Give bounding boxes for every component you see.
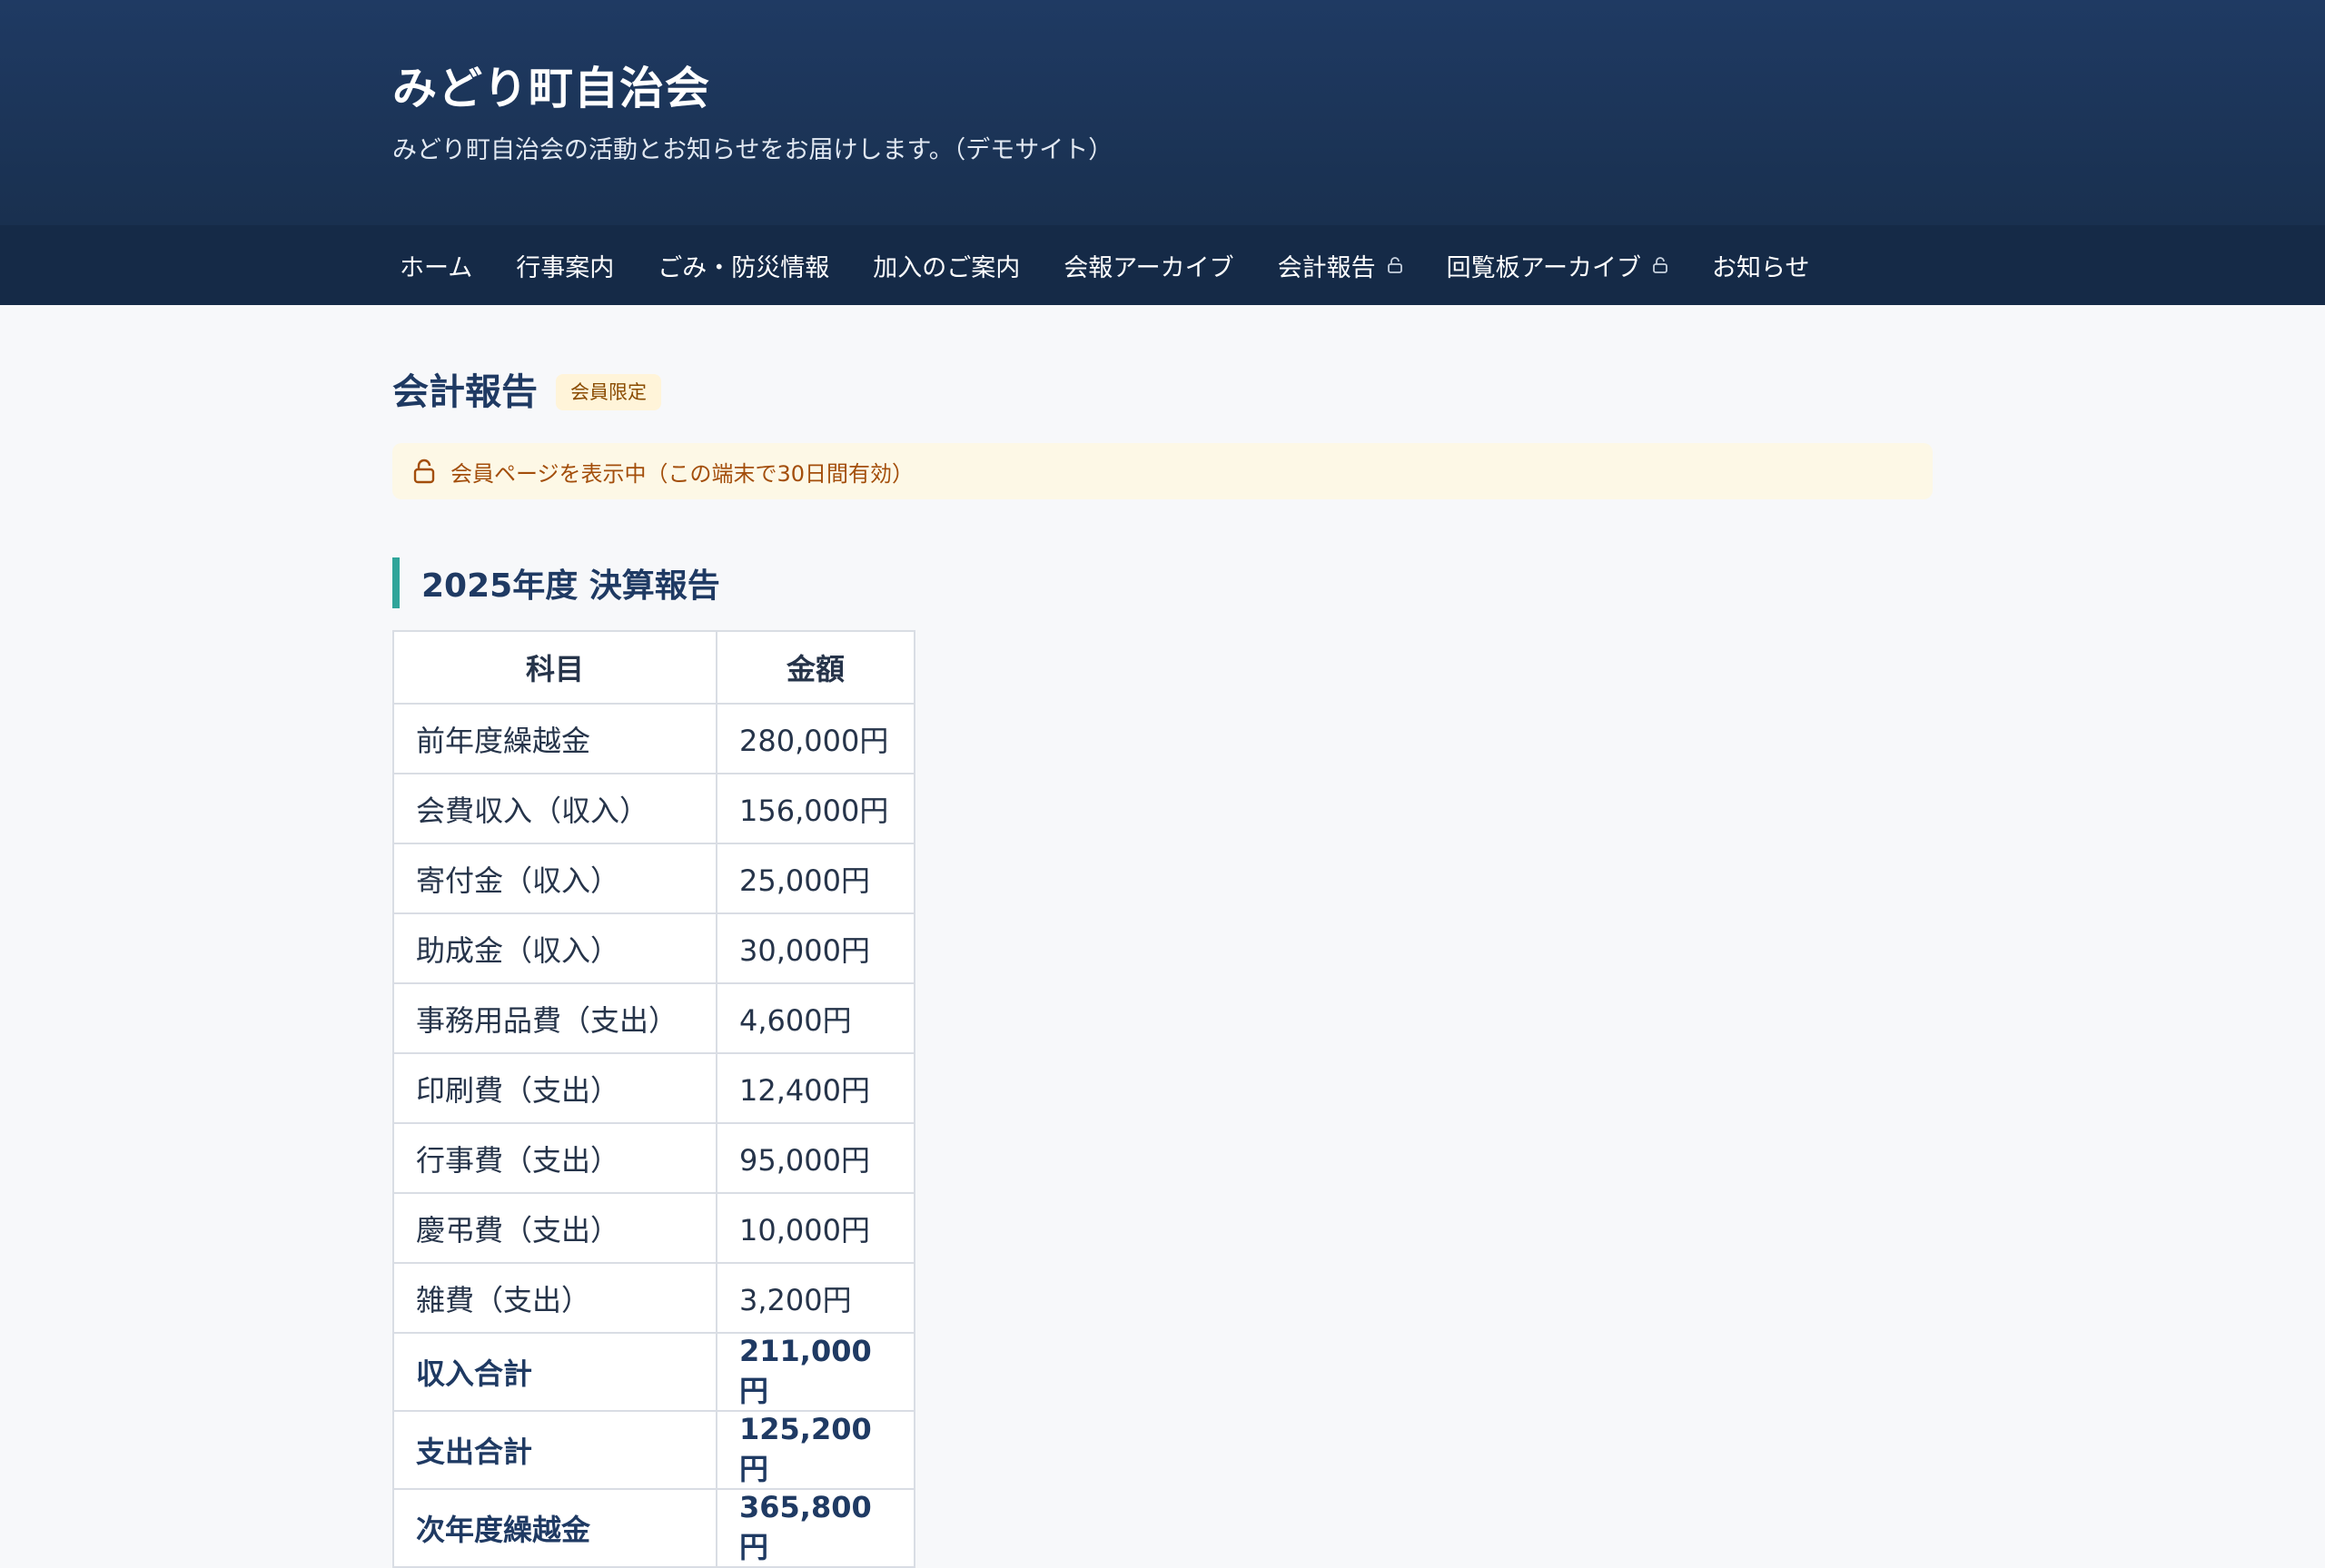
nav-item[interactable]: 会報アーカイブ bbox=[1056, 248, 1241, 283]
section-heading: 2025年度 決算報告 bbox=[392, 557, 1933, 608]
nav-item[interactable]: 行事案内 bbox=[509, 248, 621, 283]
lock-icon bbox=[413, 459, 435, 484]
table-row: 行事費（支出） 95,000円 bbox=[392, 1122, 915, 1194]
cell-subject: 助成金（収入） bbox=[392, 912, 717, 984]
table-row: 寄付金（収入） 25,000円 bbox=[392, 843, 915, 914]
cell-subject: 雑費（支出） bbox=[392, 1262, 717, 1334]
cell-subject: 寄付金（収入） bbox=[392, 843, 717, 914]
cell-amount: 125,200円 bbox=[716, 1410, 915, 1490]
cell-amount: 30,000円 bbox=[716, 912, 915, 984]
table-row: 収入合計 211,000円 bbox=[392, 1332, 915, 1412]
member-notice-text: 会員ページを表示中（この端末で30日間有効） bbox=[450, 460, 915, 487]
table-row: 事務用品費（支出） 4,600円 bbox=[392, 982, 915, 1054]
table-row: 前年度繰越金 280,000円 bbox=[392, 703, 915, 774]
nav-item-label: ごみ・防災情報 bbox=[658, 253, 830, 282]
cell-subject: 印刷費（支出） bbox=[392, 1052, 717, 1124]
cell-subject: 支出合計 bbox=[392, 1410, 717, 1490]
lock-icon bbox=[1387, 257, 1402, 273]
nav-item[interactable]: ホーム bbox=[392, 248, 480, 283]
page-heading: 会計報告 会員限定 bbox=[392, 367, 1933, 418]
table-row: 慶弔費（支出） 10,000円 bbox=[392, 1192, 915, 1264]
nav-item[interactable]: 回覧板アーカイブ bbox=[1440, 248, 1676, 283]
table-header-row: 科目 金額 bbox=[392, 630, 915, 705]
cell-subject: 事務用品費（支出） bbox=[392, 982, 717, 1054]
cell-amount: 25,000円 bbox=[716, 843, 915, 914]
page-title: 会計報告 bbox=[392, 371, 538, 413]
member-notice: 会員ページを表示中（この端末で30日間有効） bbox=[392, 443, 1933, 499]
nav-item-label: 行事案内 bbox=[516, 253, 615, 282]
cell-amount: 95,000円 bbox=[716, 1122, 915, 1194]
cell-amount: 10,000円 bbox=[716, 1192, 915, 1264]
members-only-badge: 会員限定 bbox=[556, 374, 661, 410]
column-header-subject: 科目 bbox=[392, 630, 717, 705]
column-header-amount: 金額 bbox=[716, 630, 915, 705]
nav-list: ホーム 行事案内 ごみ・防災情報 加入のご案内 会報アーカイブ 会計報告 回覧板アーカイブ お… bbox=[0, 225, 2325, 305]
nav-item[interactable]: お知らせ bbox=[1705, 248, 1816, 283]
main-content: 会計報告 会員限定 会員ページを表示中（この端末で30日間有効） 2025年度 … bbox=[392, 305, 1933, 1568]
nav-item-label: ホーム bbox=[400, 253, 473, 282]
cell-amount: 12,400円 bbox=[716, 1052, 915, 1124]
cell-subject: 行事費（支出） bbox=[392, 1122, 717, 1194]
cell-amount: 211,000円 bbox=[716, 1332, 915, 1412]
nav-item-label: 回覧板アーカイブ bbox=[1446, 253, 1641, 282]
cell-amount: 365,800円 bbox=[716, 1488, 915, 1568]
nav-item[interactable]: 会計報告 bbox=[1271, 248, 1410, 283]
nav-item-label: お知らせ bbox=[1711, 253, 1810, 282]
table-row: 支出合計 125,200円 bbox=[392, 1410, 915, 1490]
table-row: 助成金（収入） 30,000円 bbox=[392, 912, 915, 984]
section-title: 2025年度 決算報告 bbox=[421, 567, 720, 605]
table-row: 次年度繰越金 365,800円 bbox=[392, 1488, 915, 1568]
site-title[interactable]: みどり町自治会 bbox=[392, 56, 1113, 122]
cell-subject: 前年度繰越金 bbox=[392, 703, 717, 774]
nav-item-label: 会計報告 bbox=[1277, 253, 1376, 282]
table-row: 印刷費（支出） 12,400円 bbox=[392, 1052, 915, 1124]
main-nav: ホーム 行事案内 ごみ・防災情報 加入のご案内 会報アーカイブ 会計報告 回覧板アーカイブ お… bbox=[0, 225, 2325, 305]
nav-item-label: 会報アーカイブ bbox=[1064, 253, 1234, 282]
table-body: 前年度繰越金 280,000円 会費収入（収入） 156,000円 寄付金（収入） 25,… bbox=[392, 703, 915, 1568]
nav-item[interactable]: ごみ・防災情報 bbox=[650, 248, 836, 283]
cell-subject: 会費収入（収入） bbox=[392, 773, 717, 844]
site-tagline: みどり町自治会の活動とお知らせをお届けします。（デモサイト） bbox=[392, 136, 1113, 164]
cell-amount: 280,000円 bbox=[716, 703, 915, 774]
cell-subject: 慶弔費（支出） bbox=[392, 1192, 717, 1264]
nav-item[interactable]: 加入のご案内 bbox=[866, 248, 1027, 283]
cell-amount: 4,600円 bbox=[716, 982, 915, 1054]
site-header: みどり町自治会 みどり町自治会の活動とお知らせをお届けします。（デモサイト） bbox=[0, 0, 2325, 225]
brand: みどり町自治会 みどり町自治会の活動とお知らせをお届けします。（デモサイト） bbox=[392, 56, 1113, 169]
nav-item-label: 加入のご案内 bbox=[873, 253, 1021, 282]
cell-amount: 3,200円 bbox=[716, 1262, 915, 1334]
lock-icon bbox=[1653, 257, 1667, 273]
cell-subject: 次年度繰越金 bbox=[392, 1488, 717, 1568]
table-row: 雑費（支出） 3,200円 bbox=[392, 1262, 915, 1334]
cell-amount: 156,000円 bbox=[716, 773, 915, 844]
cell-subject: 収入合計 bbox=[392, 1332, 717, 1412]
table-row: 会費収入（収入） 156,000円 bbox=[392, 773, 915, 844]
financial-report-table: 科目 金額 前年度繰越金 280,000円 会費収入（収入） 156,000円 寄付金（… bbox=[392, 630, 915, 1568]
